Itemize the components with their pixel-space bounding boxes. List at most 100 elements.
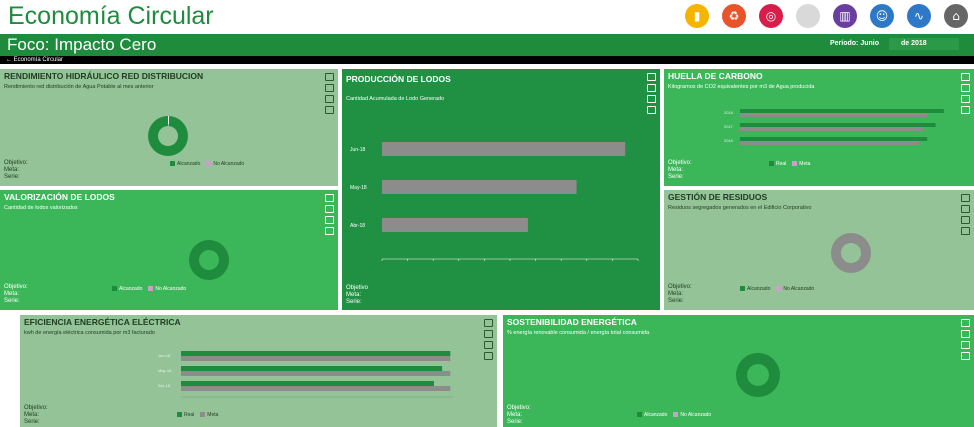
meta-label: Meta: <box>346 292 362 298</box>
chart-legend: Real Meta <box>769 161 810 167</box>
serie-label: Serie: <box>507 419 523 425</box>
app-title: Economía Circular <box>8 2 214 30</box>
bar-real <box>740 137 928 141</box>
meta-label: Meta: <box>668 291 684 297</box>
panel-title: SOSTENIBILIDAD ENERGÉTICA <box>507 317 637 327</box>
people-icon[interactable]: ☺ <box>870 4 894 28</box>
tick-label: 2017 <box>724 124 734 129</box>
hierarchy-icon[interactable] <box>484 330 493 338</box>
meta-label: Meta: <box>4 291 20 297</box>
serie-label: Serie: <box>668 298 684 304</box>
table-icon[interactable] <box>961 73 970 81</box>
objective-label: Objetivo: <box>668 284 692 290</box>
chart-legend: Alcanzado No Alcanzado <box>637 412 711 418</box>
trend-icon[interactable] <box>961 95 970 103</box>
tick-label: Jun-18 <box>158 353 171 358</box>
panel-title: VALORIZACIÓN DE LODOS <box>4 192 115 202</box>
donut-chart <box>831 233 871 273</box>
panel-tools <box>961 319 970 360</box>
comment-icon[interactable] <box>647 106 656 114</box>
hierarchy-icon[interactable] <box>325 205 334 213</box>
panel-subtitle: kwh de energía eléctrica consumida por m… <box>24 330 155 336</box>
recycle-icon[interactable]: ♻ <box>722 4 746 28</box>
legend-item-alcanzado: Alcanzado <box>170 161 200 167</box>
table-icon[interactable] <box>961 194 970 202</box>
trend-icon[interactable] <box>325 95 334 103</box>
comment-icon[interactable] <box>961 352 970 360</box>
tick-label: Abr-18 <box>158 383 171 388</box>
panel-tools <box>961 73 970 114</box>
period-selector[interactable]: Período: Junio <box>830 40 879 47</box>
panel-tools <box>647 73 656 114</box>
table-icon[interactable] <box>484 319 493 327</box>
focus-header: Foco: Impacto Cero Período: Junio de 201… <box>0 34 974 56</box>
comment-icon[interactable] <box>961 106 970 114</box>
panel-title: RENDIMIENTO HIDRÁULICO RED DISTRIBUCION <box>4 71 204 81</box>
bar <box>382 218 528 232</box>
trend-icon[interactable] <box>325 216 334 224</box>
objective-label: Objetivo: <box>668 160 692 166</box>
panel-tools <box>961 194 970 235</box>
table-icon[interactable] <box>961 319 970 327</box>
objective-label: Objetivo: <box>4 284 28 290</box>
hierarchy-icon[interactable] <box>961 330 970 338</box>
focus-title: Foco: Impacto Cero <box>7 35 157 54</box>
year-selector[interactable]: de 2018 <box>889 38 959 50</box>
hierarchy-icon[interactable] <box>961 205 970 213</box>
hierarchy-icon[interactable] <box>325 84 334 92</box>
table-icon[interactable] <box>647 73 656 81</box>
hierarchy-icon[interactable] <box>961 84 970 92</box>
comment-icon[interactable] <box>484 352 493 360</box>
bar-meta <box>181 356 451 361</box>
chart-legend: Real Meta <box>177 412 218 418</box>
panel-produccion: PRODUCCIÓN DE LODOS Cantidad Acumulada d… <box>342 69 660 310</box>
meta-label: Meta: <box>4 167 20 173</box>
legend-item-meta: Meta <box>200 412 218 418</box>
legend-item-meta: Meta <box>792 161 810 167</box>
chart-legend: Alcanzado No Alcanzado <box>170 161 244 167</box>
legend-item-no-alcanzado: No Alcanzado <box>148 286 186 292</box>
chart-legend: Alcanzado No Alcanzado <box>112 286 186 292</box>
panel-subtitle: Cantidad Acumulada de Lodo Generado <box>346 96 445 102</box>
tick-label: Jun-18 <box>350 147 366 153</box>
trend-icon[interactable] <box>961 216 970 224</box>
panel-title: EFICIENCIA ENERGÉTICA ELÉCTRICA <box>24 317 181 327</box>
panel-eficiencia: EFICIENCIA ENERGÉTICA ELÉCTRICA kwh de e… <box>20 315 497 427</box>
trend-icon[interactable] <box>961 341 970 349</box>
chart-icon[interactable]: ▮ <box>685 4 709 28</box>
comment-icon[interactable] <box>325 227 334 235</box>
carbon-bar-chart: 2018 2017 2016 <box>724 109 944 145</box>
bar-meta <box>740 127 924 131</box>
bar <box>382 142 626 156</box>
trend-icon[interactable] <box>484 341 493 349</box>
hierarchy-icon[interactable] <box>647 84 656 92</box>
objective-label: Objetivo: <box>24 405 48 411</box>
tick-label: May-18 <box>350 185 367 191</box>
panel-tools <box>325 194 334 235</box>
panel-subtitle: Rendimiento red distribución de Agua Pot… <box>4 84 154 90</box>
donut-chart <box>736 353 780 397</box>
legend-item-real: Real <box>177 412 194 418</box>
serie-label: Serie: <box>346 299 362 305</box>
tick-label: Abr-18 <box>350 223 365 229</box>
home-icon[interactable]: ⌂ <box>944 4 968 28</box>
comment-icon[interactable] <box>961 227 970 235</box>
objective-label: Objetivo <box>346 285 369 291</box>
bar-real <box>181 381 434 386</box>
serie-label: Serie: <box>4 298 20 304</box>
blank-icon[interactable] <box>796 4 820 28</box>
energy-icon[interactable]: ∿ <box>907 4 931 28</box>
table-icon[interactable] <box>325 194 334 202</box>
panel-residuos: GESTIÓN DE RESIDUOS Residuos segregados … <box>664 190 974 310</box>
trend-icon[interactable] <box>647 95 656 103</box>
target-icon[interactable]: ◎ <box>759 4 783 28</box>
bar-meta <box>181 371 451 376</box>
panel-subtitle: Residuos segregados generados en el Edif… <box>668 205 812 211</box>
donut-chart <box>189 240 229 280</box>
table-icon[interactable] <box>325 73 334 81</box>
building-icon[interactable]: ▥ <box>833 4 857 28</box>
module-icons: ▮ ♻ ◎ ▥ ☺ ∿ ⌂ <box>685 4 968 28</box>
comment-icon[interactable] <box>325 106 334 114</box>
breadcrumb[interactable]: ← Economía Circular <box>0 56 974 64</box>
legend-item-alcanzado: Alcanzado <box>637 412 667 418</box>
